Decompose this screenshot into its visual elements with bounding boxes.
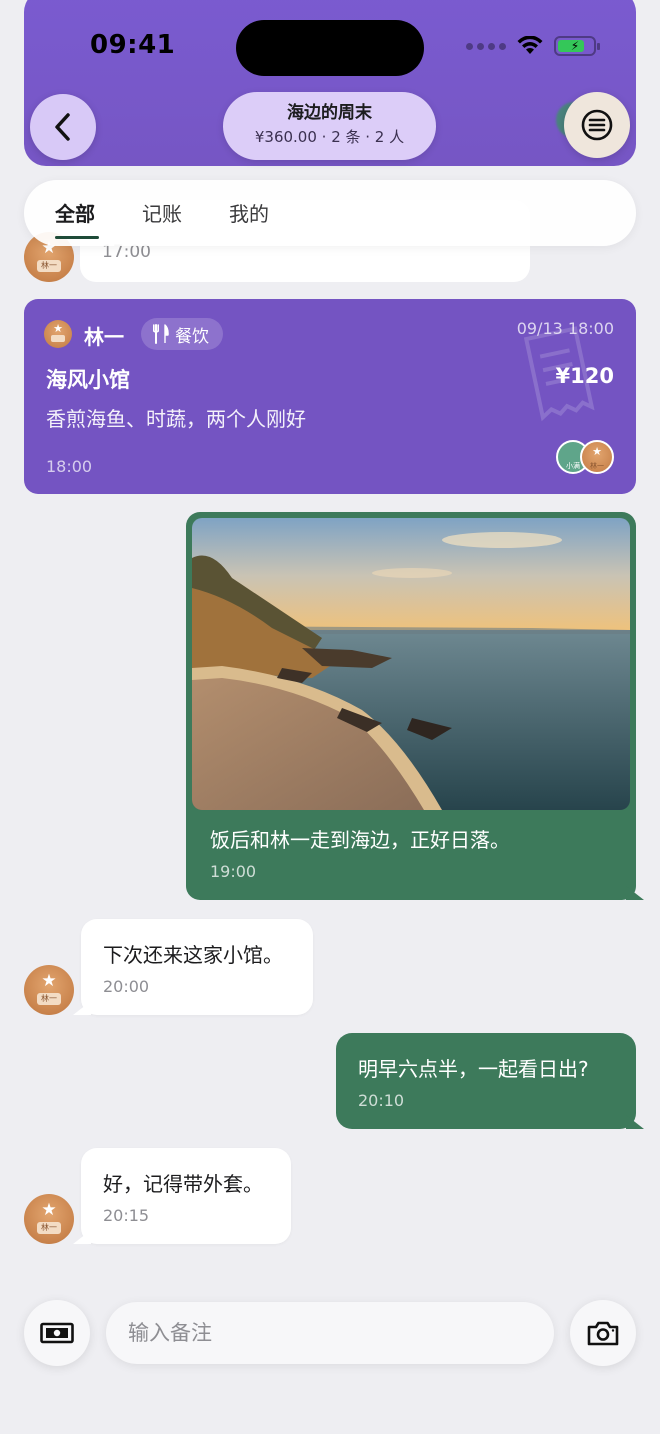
photo-message[interactable]: 饭后和林一走到海边，正好日落。 19:00 xyxy=(186,512,644,900)
expense-amount: ¥120 xyxy=(555,364,614,388)
dynamic-island xyxy=(236,20,424,76)
chevron-left-icon xyxy=(55,113,70,141)
menu-button[interactable] xyxy=(564,92,630,158)
message-time: 19:00 xyxy=(210,862,257,881)
expense-time: 18:00 xyxy=(46,457,93,476)
camera-icon xyxy=(587,1321,619,1346)
expense-description: 香煎海鱼、时蔬，两个人刚好 xyxy=(46,407,306,431)
incoming-message[interactable]: 下次还来这家小馆。 20:00 xyxy=(73,919,313,1015)
active-tab-indicator xyxy=(55,236,99,239)
cellular-icon xyxy=(466,42,506,50)
avatar-tag: 林一 xyxy=(37,260,61,272)
avatar-tag: 林一 xyxy=(37,1222,61,1234)
back-button[interactable] xyxy=(30,94,96,160)
tab-mine[interactable]: 我的 xyxy=(229,198,269,227)
ledger-summary: ¥360.00 · 2 条 · 2 人 xyxy=(254,128,405,146)
status-time: 09:41 xyxy=(90,30,176,60)
category-label: 餐饮 xyxy=(175,326,209,347)
avatar[interactable]: ★ 林一 xyxy=(24,1194,74,1244)
wifi-icon xyxy=(517,36,543,54)
payer-name: 林一 xyxy=(84,325,124,349)
participant-avatar: ★ 林一 xyxy=(580,440,614,474)
ledger-title: 海边的周末 xyxy=(287,103,372,123)
message-time: 20:00 xyxy=(103,977,150,996)
expense-title: 海风小馆 xyxy=(46,368,130,392)
tab-expenses[interactable]: 记账 xyxy=(142,198,182,227)
status-bar: 09:41 ⚡ xyxy=(0,0,660,90)
filter-tab-bar: 全部 记账 我的 xyxy=(24,180,636,246)
payer-avatar: ★ xyxy=(44,320,72,348)
sunset-photo[interactable] xyxy=(192,518,630,810)
camera-button[interactable] xyxy=(570,1300,636,1366)
message-text: 明早六点半，一起看日出? xyxy=(358,1057,589,1081)
message-time: 20:15 xyxy=(103,1206,150,1225)
star-icon: ★ xyxy=(41,971,57,991)
expense-date: 09/13 18:00 xyxy=(516,319,614,338)
message-text: 好，记得带外套。 xyxy=(103,1172,263,1196)
star-icon: ★ xyxy=(41,1200,57,1220)
message-text: 下次还来这家小馆。 xyxy=(103,943,283,967)
outgoing-message[interactable]: 明早六点半，一起看日出? 20:10 xyxy=(336,1033,644,1129)
add-expense-button[interactable] xyxy=(24,1300,90,1366)
status-icons: ⚡ xyxy=(466,34,600,58)
tab-all[interactable]: 全部 xyxy=(55,198,95,227)
note-input[interactable] xyxy=(106,1302,554,1364)
incoming-message[interactable]: 好，记得带外套。 20:15 xyxy=(73,1148,291,1244)
list-menu-icon xyxy=(581,109,613,141)
avatar[interactable]: ★ 林一 xyxy=(24,965,74,1015)
photo-caption: 饭后和林一走到海边，正好日落。 xyxy=(210,828,510,852)
battery-icon: ⚡ xyxy=(554,36,600,56)
avatar-tag: 林一 xyxy=(37,993,61,1005)
ledger-title-pill[interactable]: 海边的周末 ¥360.00 · 2 条 · 2 人 xyxy=(223,92,436,160)
message-time: 20:10 xyxy=(358,1091,405,1110)
expense-card[interactable]: ★ 林一 餐饮 09/13 18:00 海风小馆 ¥120 香煎海鱼、时蔬，两个… xyxy=(24,299,636,494)
utensils-icon xyxy=(153,324,169,344)
category-badge: 餐饮 xyxy=(141,318,223,350)
cash-icon xyxy=(40,1322,74,1344)
